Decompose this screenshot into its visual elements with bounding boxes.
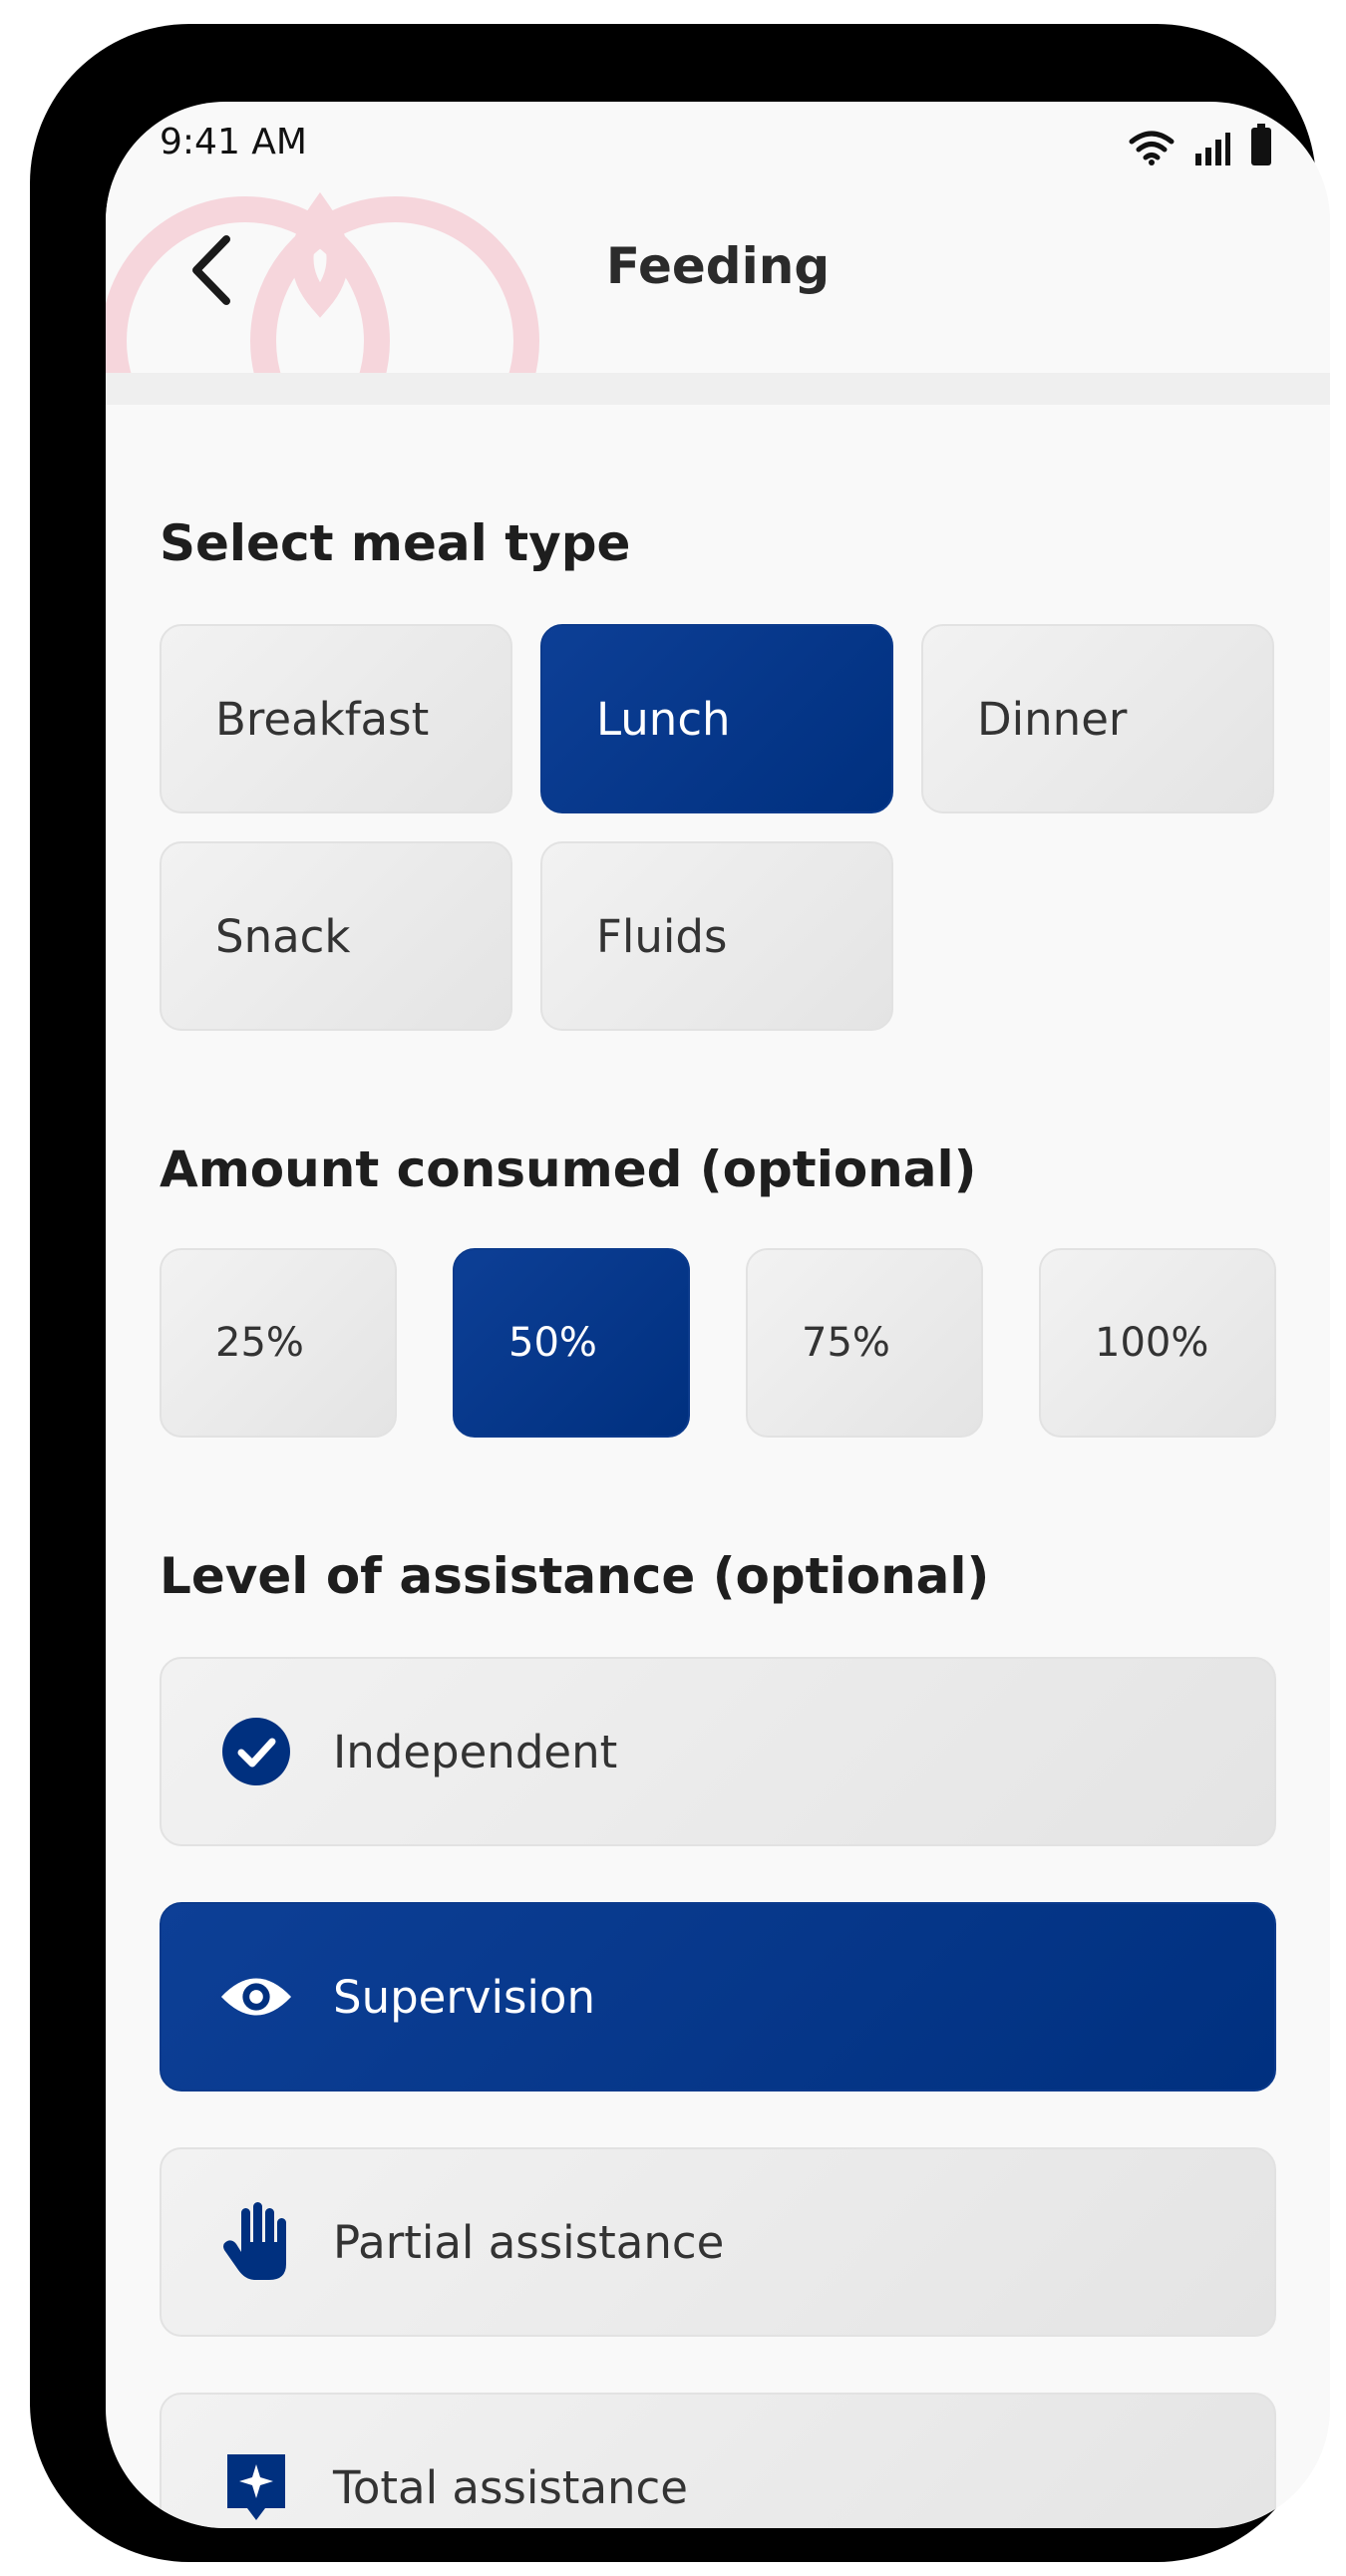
app-screen: 9:41 AM Feeding Select meal type Breakfa… (106, 102, 1330, 2528)
amount-option-label: 75% (802, 1320, 890, 1366)
meal-option-lunch[interactable]: Lunch (540, 624, 893, 813)
meal-option-snack[interactable]: Snack (160, 841, 512, 1031)
amount-option-100[interactable]: 100% (1039, 1248, 1276, 1438)
meal-option-dinner[interactable]: Dinner (921, 624, 1274, 813)
amount-option-label: 25% (215, 1320, 304, 1366)
eye-icon (219, 1960, 293, 2034)
assistance-title: Level of assistance (optional) (160, 1547, 990, 1605)
assistance-option-label: Partial assistance (333, 2215, 725, 2269)
assistance-option-supervision[interactable]: Supervision (160, 1902, 1276, 2092)
hand-icon (219, 2202, 293, 2280)
assistance-option-independent[interactable]: Independent (160, 1657, 1276, 1846)
wifi-icon (1129, 131, 1175, 165)
status-time: 9:41 AM (160, 122, 307, 162)
meal-option-label: Dinner (977, 692, 1128, 746)
assistance-option-label: Supervision (333, 1970, 595, 2024)
amount-option-50[interactable]: 50% (453, 1248, 690, 1438)
amount-title: Amount consumed (optional) (160, 1140, 977, 1198)
meal-type-title: Select meal type (160, 514, 631, 572)
meal-option-label: Fluids (596, 909, 728, 963)
assistance-option-label: Independent (333, 1725, 618, 1778)
amount-option-label: 100% (1095, 1320, 1209, 1366)
meal-option-breakfast[interactable]: Breakfast (160, 624, 512, 813)
assistance-option-label: Total assistance (333, 2460, 688, 2514)
battery-icon (1251, 124, 1271, 165)
signal-icon (1195, 133, 1230, 165)
assistance-option-partial[interactable]: Partial assistance (160, 2147, 1276, 2337)
phone-frame: 9:41 AM Feeding Select meal type Breakfa… (30, 24, 1330, 2562)
sparkle-badge-icon (219, 2450, 293, 2524)
page-title: Feeding (605, 237, 831, 295)
amount-option-25[interactable]: 25% (160, 1248, 397, 1438)
status-icons (1129, 122, 1272, 165)
header-divider (106, 373, 1330, 405)
app-header: Feeding (106, 181, 1330, 381)
check-circle-icon (219, 1715, 293, 1788)
assistance-option-total[interactable]: Total assistance (160, 2393, 1276, 2528)
meal-option-label: Breakfast (215, 692, 430, 746)
meal-option-label: Lunch (596, 692, 731, 746)
meal-option-label: Snack (215, 909, 351, 963)
amount-option-label: 50% (508, 1320, 597, 1366)
meal-option-fluids[interactable]: Fluids (540, 841, 893, 1031)
amount-option-75[interactable]: 75% (746, 1248, 983, 1438)
status-bar: 9:41 AM (106, 102, 1330, 181)
